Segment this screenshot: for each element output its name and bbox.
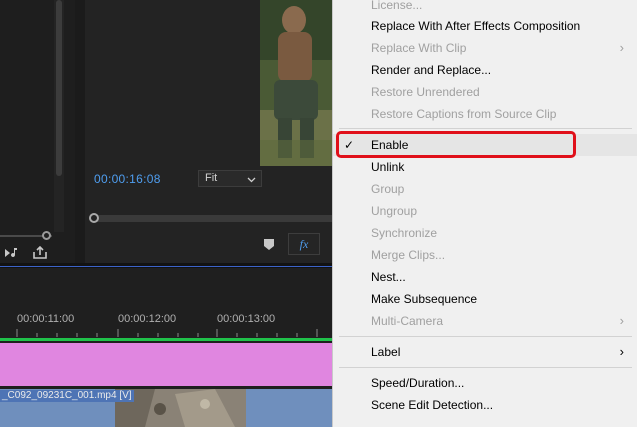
menu-separator — [339, 336, 632, 337]
menu-item-group: Group — [371, 182, 405, 196]
menu-item-replace-with-clip: Replace With Clip › — [333, 37, 637, 59]
menu-item-render-and-replace[interactable]: Render and Replace... — [333, 59, 637, 81]
render-bar — [0, 338, 332, 341]
menu-separator — [339, 367, 632, 368]
menu-item-restore-captions: Restore Captions from Source Clip — [371, 107, 557, 121]
menu-item-unlink[interactable]: Unlink — [333, 156, 637, 178]
timeline-top-border — [0, 266, 332, 267]
program-timecode[interactable]: 00:00:16:08 — [94, 172, 161, 186]
menu-item-scene-edit-detection[interactable]: Scene Edit Detection... — [333, 394, 637, 416]
menu-item-synchronize: Synchronize — [371, 226, 438, 240]
menu-item-make-subsequence[interactable]: Make Subsequence — [333, 288, 637, 310]
submenu-arrow-icon: › — [619, 313, 624, 328]
program-video-frame — [260, 0, 332, 166]
program-monitor-edge — [75, 0, 85, 263]
menu-item-replace-with-ae-comp[interactable]: Replace With After Effects Composition — [333, 15, 637, 37]
menu-item-speed-duration[interactable]: Speed/Duration... — [333, 372, 637, 394]
menu-separator — [339, 128, 632, 129]
source-scrollbar-thumb[interactable] — [56, 0, 62, 176]
chevron-down-icon — [247, 173, 256, 188]
zoom-level-select[interactable]: Fit — [198, 170, 262, 187]
menu-item-license: License... — [371, 0, 423, 12]
ruler-label: 00:00:12:00 — [118, 313, 177, 325]
menu-item-nest[interactable]: Nest... — [333, 266, 637, 288]
menu-item-multi-camera: Multi-Camera › — [333, 310, 637, 332]
menu-item-label[interactable]: Label › — [333, 341, 637, 363]
menu-item-restore-unrendered: Restore Unrendered — [371, 85, 480, 99]
context-menu: License... Replace With After Effects Co… — [332, 0, 637, 427]
ruler-label: 00:00:11:00 — [17, 313, 75, 325]
program-playhead-handle[interactable] — [89, 213, 99, 223]
adjustment-layer-clip[interactable] — [0, 343, 332, 386]
ruler-label: 00:00:13:00 — [217, 313, 276, 325]
clip-name-label: _C092_09231C_001.mp4 [V] — [0, 390, 134, 402]
timeline-ruler-ticks[interactable] — [0, 329, 332, 337]
submenu-arrow-icon: › — [619, 40, 624, 55]
submenu-arrow-icon: › — [619, 344, 624, 359]
export-frame-icon[interactable] — [31, 246, 49, 260]
clip-thumbnail — [115, 389, 246, 427]
zoom-level-value: Fit — [205, 172, 218, 184]
insert-audio-icon[interactable] — [3, 246, 21, 260]
program-time-ruler[interactable] — [94, 215, 332, 222]
annotation-highlight-box — [336, 131, 576, 158]
fx-button[interactable]: fx — [288, 233, 320, 255]
menu-item-merge-clips: Merge Clips... — [371, 248, 446, 262]
add-marker-icon[interactable] — [264, 237, 274, 255]
source-zoom-handle[interactable] — [42, 231, 51, 240]
menu-item-ungroup: Ungroup — [371, 204, 418, 218]
